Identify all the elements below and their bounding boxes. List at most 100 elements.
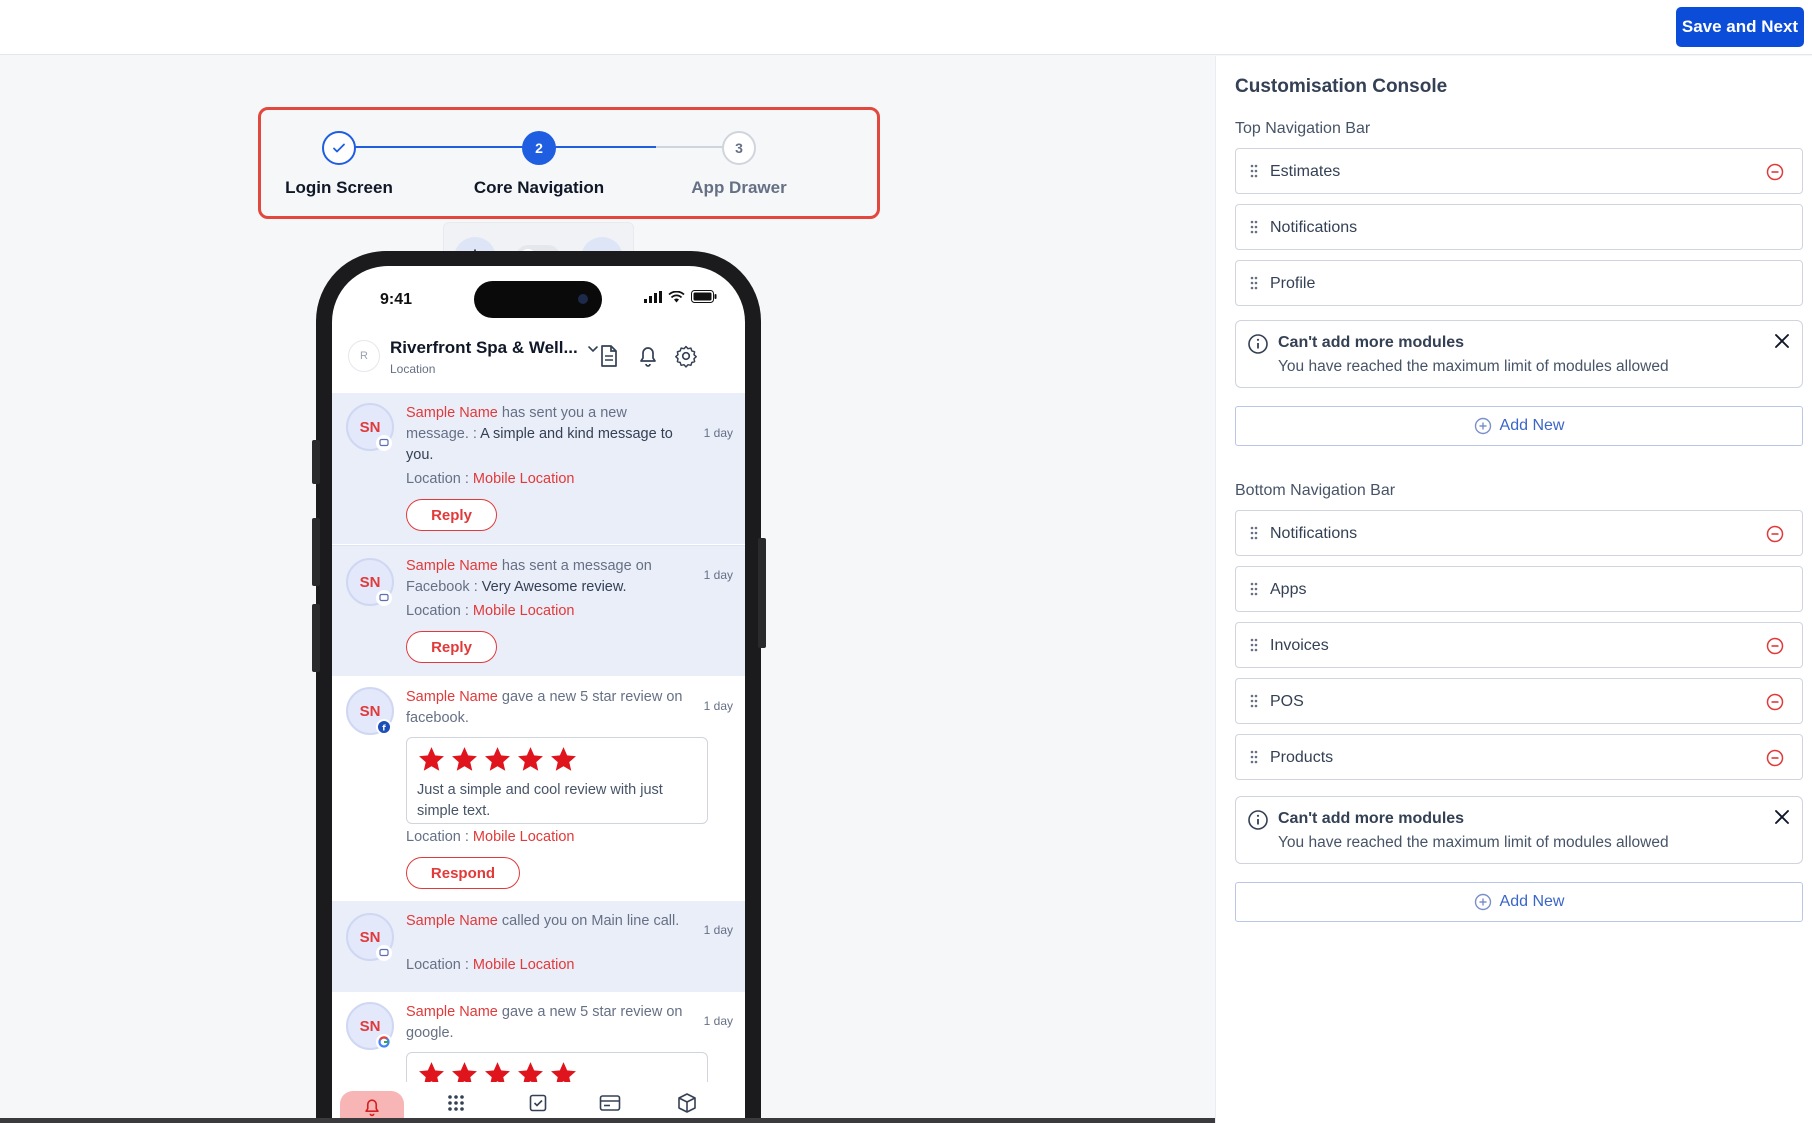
step-label-login: Login Screen [285,178,393,197]
notification-location: Location : Mobile Location [406,603,575,619]
drag-handle-icon[interactable] [1250,638,1258,652]
add-top-nav-module-button[interactable]: Add New [1235,406,1803,446]
top-nav-module[interactable]: Profile [1235,260,1803,306]
info-icon [1248,810,1268,830]
sender-name: Sample Name [406,558,498,574]
task-check-icon [529,1094,547,1112]
dynamic-island [474,281,602,318]
bell-icon[interactable] [635,343,661,369]
plus-circle-icon [1474,417,1491,435]
drag-handle-icon[interactable] [1250,694,1258,708]
customisation-console: Customisation Console Top Navigation Bar… [1215,56,1812,1123]
tab-products[interactable] [671,1090,703,1116]
module-label: Products [1270,749,1334,766]
notification-text: Sample Name gave a new 5 star review on … [406,1002,688,1044]
tab-tasks[interactable] [522,1090,554,1116]
sender-name: Sample Name [406,689,498,705]
notification-item[interactable]: SN Sample Name gave a new 5 star review … [332,992,745,1083]
drag-handle-icon[interactable] [1250,750,1258,764]
reply-button[interactable]: Reply [406,499,497,531]
location-prefix: Location : [406,957,473,973]
remove-circle-icon[interactable] [1766,163,1784,181]
close-icon [1775,334,1789,348]
status-time: 9:41 [380,291,413,308]
step-number: 3 [735,140,743,156]
step-login-screen[interactable] [322,131,356,165]
save-and-next-button[interactable]: Save and Next [1676,7,1804,47]
notification-text: Sample Name called you on Main line call… [406,911,688,932]
star-icon [551,747,576,771]
notification-feed[interactable]: SN Sample Name has sent you a new messag… [332,393,745,1083]
phone-screen: 9:41 R Riverfront Spa & Well... Location… [332,266,745,1123]
close-icon [1775,810,1789,824]
drag-handle-icon[interactable] [1250,582,1258,596]
stepper-connector-done [344,146,552,148]
module-label: Profile [1270,275,1316,292]
top-nav-module[interactable]: Notifications [1235,204,1803,250]
chat-icon [376,945,392,961]
notification-time: 1 day [703,426,733,440]
step-core-navigation[interactable]: 2 [522,131,556,165]
box-icon [678,1093,696,1113]
drag-handle-icon[interactable] [1250,220,1258,234]
close-alert-button[interactable] [1774,333,1790,352]
stepper-connector-progress [552,146,656,148]
remove-circle-icon[interactable] [1766,749,1784,767]
location-value: Mobile Location [472,957,575,973]
drag-handle-icon[interactable] [1250,526,1258,540]
plus-circle-icon [1474,893,1491,911]
location-value: Mobile Location [472,603,575,619]
gear-icon[interactable] [673,343,699,369]
location-value: Mobile Location [472,829,575,845]
top-nav-module[interactable]: Estimates [1235,148,1803,194]
location-switcher[interactable]: Riverfront Spa & Well... [390,338,600,358]
add-label: Add New [1499,893,1565,910]
module-limit-alert: Can't add more modules You have reached … [1235,320,1803,388]
bottom-nav-module[interactable]: POS [1235,678,1803,724]
document-icon[interactable] [595,343,621,369]
bottom-nav-module[interactable]: Invoices [1235,622,1803,668]
step-app-drawer[interactable]: 3 [722,131,756,165]
reply-button[interactable]: Reply [406,631,497,663]
remove-circle-icon[interactable] [1766,693,1784,711]
star-icon [485,747,510,771]
notification-item[interactable]: SN f Sample Name gave a new 5 star revie… [332,677,745,901]
notification-item[interactable]: SN Sample Name called you on Main line c… [332,901,745,992]
module-label: Estimates [1270,163,1341,180]
notification-time: 1 day [703,568,733,582]
respond-button[interactable]: Respond [406,857,520,889]
notification-item[interactable]: SN Sample Name has sent you a new messag… [332,393,745,544]
location-prefix: Location : [406,471,473,487]
google-icon [376,1034,392,1050]
bottom-nav-module[interactable]: Apps [1235,566,1803,612]
tab-apps[interactable] [440,1090,472,1116]
location-name: Riverfront Spa & Well... [390,338,578,357]
bottom-nav-module[interactable]: Notifications [1235,510,1803,556]
star-icon [452,1062,477,1083]
drag-handle-icon[interactable] [1250,276,1258,290]
facebook-icon: f [376,719,392,735]
notification-text: Sample Name has sent a message on Facebo… [406,556,688,598]
chat-icon [376,435,392,451]
apps-grid-icon [448,1095,464,1111]
bottom-nav-module[interactable]: Products [1235,734,1803,780]
remove-circle-icon[interactable] [1766,637,1784,655]
location-avatar[interactable]: R [348,340,380,372]
add-bottom-nav-module-button[interactable]: Add New [1235,882,1803,922]
console-title: Customisation Console [1235,76,1448,97]
notification-location: Location : Mobile Location [406,471,575,487]
add-label: Add New [1499,417,1565,434]
bottom-nav-label: Bottom Navigation Bar [1235,482,1396,499]
notification-item[interactable]: SN Sample Name has sent a message on Fac… [332,545,745,676]
notification-time: 1 day [703,699,733,713]
review-card: Just a simple and cool review with just … [406,737,708,824]
close-alert-button[interactable] [1774,809,1790,828]
drag-handle-icon[interactable] [1250,164,1258,178]
remove-circle-icon[interactable] [1766,525,1784,543]
star-icon [419,747,444,771]
invoice-icon [599,1095,621,1111]
app-header: R Riverfront Spa & Well... Location [332,328,745,390]
tab-invoices[interactable] [594,1090,626,1116]
star-rating [417,1061,578,1083]
sender-name: Sample Name [406,913,498,929]
